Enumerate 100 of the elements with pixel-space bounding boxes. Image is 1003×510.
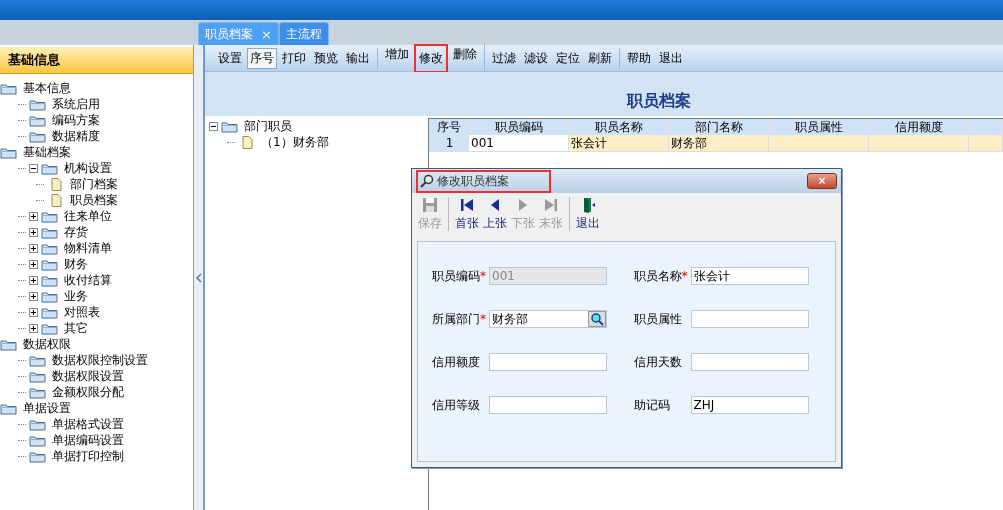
folder-icon xyxy=(29,129,47,143)
tree-item[interactable]: 单据设置 xyxy=(21,399,73,417)
tree-item[interactable]: 金额权限分配 xyxy=(50,383,126,401)
tree-item[interactable]: 编码方案 xyxy=(50,111,102,129)
folder-icon xyxy=(41,305,59,319)
folder-icon xyxy=(41,225,59,239)
tree-item[interactable]: 数据精度 xyxy=(50,127,102,145)
page-title: 职员档案 xyxy=(627,91,691,112)
field-label: 所属部门 xyxy=(432,311,480,326)
folder-icon xyxy=(41,257,59,271)
expand-toggle[interactable] xyxy=(29,323,38,333)
field-label: 职员编码 xyxy=(432,268,480,283)
toolbar-button[interactable]: 设置 xyxy=(215,47,245,69)
toolbar-button[interactable]: 帮助 xyxy=(624,47,654,69)
tree-item[interactable]: 其它 xyxy=(62,319,90,337)
toolbar-button[interactable]: 定位 xyxy=(553,47,583,69)
tree-item[interactable]: 单据编码设置 xyxy=(50,431,126,449)
folder-icon xyxy=(41,241,59,255)
folder-icon xyxy=(29,449,47,463)
magnifier-icon xyxy=(420,174,434,188)
tree-item[interactable]: 部门档案 xyxy=(68,175,120,193)
tree-item[interactable]: 部门职员 xyxy=(242,117,294,135)
search-icon xyxy=(590,312,604,326)
folder-icon xyxy=(29,385,47,399)
table-cell: 财务部 xyxy=(669,135,769,152)
required-mark: * xyxy=(480,268,486,283)
toolbar-button[interactable]: 增加 xyxy=(382,43,412,73)
tree-item[interactable]: 财务 xyxy=(62,255,90,273)
tree-item[interactable]: 往来单位 xyxy=(62,207,114,225)
tree-item[interactable]: 物料清单 xyxy=(62,239,114,257)
folder-icon xyxy=(41,209,59,223)
folder-icon xyxy=(0,145,18,159)
folder-icon xyxy=(0,337,18,351)
tree-item[interactable]: 单据打印控制 xyxy=(50,447,126,465)
toolbar-button[interactable]: 删除 xyxy=(450,43,480,73)
expand-toggle[interactable] xyxy=(29,291,38,301)
tree-item[interactable]: 收付结算 xyxy=(62,271,114,289)
folder-icon xyxy=(221,119,239,133)
tree-item[interactable]: 对照表 xyxy=(62,303,102,321)
field-label: 职员属性 xyxy=(633,310,683,328)
toolbar-button[interactable]: 过滤 xyxy=(489,47,519,69)
toolbar-button[interactable]: 刷新 xyxy=(585,47,615,69)
field-label: 信用等级 xyxy=(432,396,481,414)
tree-item[interactable]: 数据权限控制设置 xyxy=(50,351,150,369)
folder-icon xyxy=(29,97,47,111)
table-cell: 1 xyxy=(429,135,469,152)
folder-icon xyxy=(41,161,59,175)
toolbar-button[interactable]: 预览 xyxy=(311,47,341,69)
toolbar-button[interactable]: 打印 xyxy=(279,47,309,69)
required-mark: * xyxy=(681,268,688,283)
field-label: 助记码 xyxy=(633,396,671,414)
table-row[interactable]: 1 001 张会计 财务部 xyxy=(429,135,1003,151)
tree-item[interactable]: 存货 xyxy=(62,223,90,241)
tree-item[interactable]: 业务 xyxy=(62,287,90,305)
folder-icon xyxy=(0,81,18,95)
input-field[interactable] xyxy=(690,310,809,328)
folder-icon xyxy=(41,321,59,335)
toolbar-button[interactable]: 输出 xyxy=(343,47,373,69)
first-record-icon[interactable] xyxy=(459,196,475,213)
expand-toggle[interactable] xyxy=(29,259,38,269)
input-field[interactable]: 张会计 xyxy=(690,267,809,285)
input-field[interactable]: ZHJ xyxy=(690,396,809,414)
expand-toggle[interactable] xyxy=(29,307,38,317)
field-label: 信用额度 xyxy=(432,353,481,371)
expand-toggle[interactable] xyxy=(29,243,38,253)
tree-item[interactable]: 机构设置 xyxy=(62,159,114,177)
expand-toggle[interactable] xyxy=(29,211,38,221)
folder-icon xyxy=(29,113,47,127)
tree-item[interactable]: 数据权限 xyxy=(21,335,73,353)
table-cell: 张会计 xyxy=(569,135,669,152)
collapse-toggle[interactable] xyxy=(29,163,38,173)
folder-icon xyxy=(29,369,47,383)
table-cell: 001 xyxy=(469,135,569,152)
tree-item[interactable]: 基本信息 xyxy=(21,79,73,97)
toolbar-button[interactable]: 滤设 xyxy=(521,47,551,69)
toolbar-button[interactable]: 首张 xyxy=(453,196,481,232)
lookup-button[interactable] xyxy=(588,311,606,327)
folder-icon xyxy=(0,401,18,415)
toolbar-button[interactable]: 退出 xyxy=(574,196,602,232)
folder-icon xyxy=(29,353,47,367)
field-label: 职员名称 xyxy=(633,268,682,283)
input-field[interactable] xyxy=(489,396,607,414)
dialog-title: 修改职员档案 xyxy=(437,172,509,190)
tree-item[interactable]: 职员档案 xyxy=(68,191,120,209)
collapse-toggle[interactable] xyxy=(209,121,218,131)
toolbar-button[interactable]: 序号 xyxy=(247,47,277,69)
expand-toggle[interactable] xyxy=(29,227,38,237)
toolbar-button[interactable]: 上张 xyxy=(481,196,509,232)
tree-item[interactable]: 系统启用 xyxy=(50,95,102,113)
table-cell xyxy=(969,135,1003,152)
expand-toggle[interactable] xyxy=(29,275,38,285)
tree-item[interactable]: 单据格式设置 xyxy=(50,415,126,433)
tree-item[interactable]: 数据权限设置 xyxy=(50,367,126,385)
required-mark: * xyxy=(480,311,486,326)
tree-item[interactable]: （1）财务部 xyxy=(259,133,331,151)
tree-item[interactable]: 基础档案 xyxy=(21,143,73,161)
input-field[interactable] xyxy=(690,353,809,371)
folder-icon xyxy=(41,289,59,303)
input-field[interactable] xyxy=(489,353,607,371)
toolbar-button[interactable]: 退出 xyxy=(656,47,686,69)
